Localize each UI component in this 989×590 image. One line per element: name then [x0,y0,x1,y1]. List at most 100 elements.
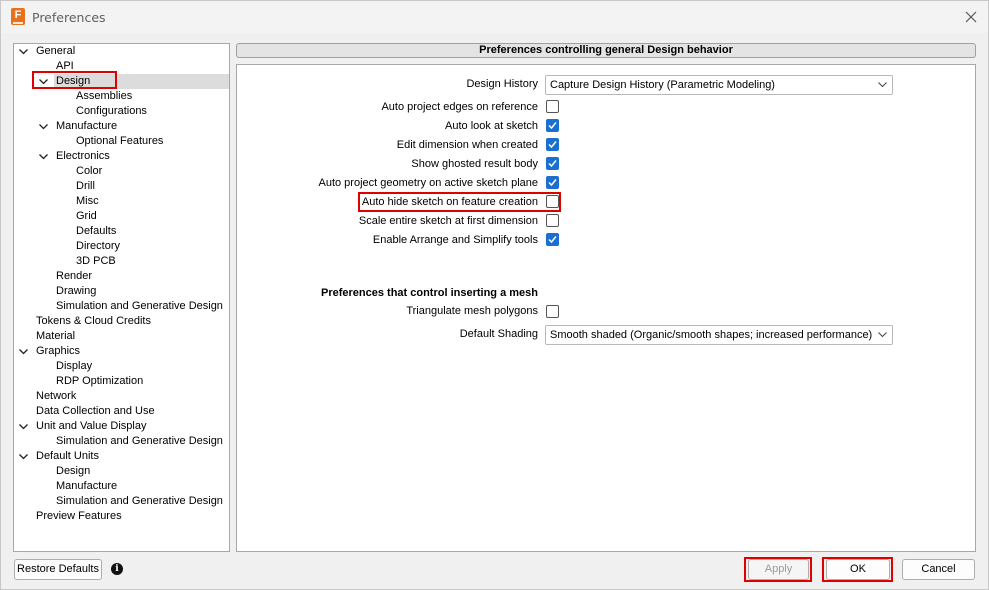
tree-item-label: Drawing [56,285,97,297]
tree-item-label: Render [56,270,93,282]
triangulate-label: Triangulate mesh polygons [406,305,538,317]
tree-item-label: Default Units [36,450,99,462]
title-bar[interactable]: F Preferences [1,1,988,33]
tree-item[interactable]: Assemblies [14,89,229,104]
option-checkbox[interactable] [546,119,559,132]
tree-item-label: Design [56,75,91,87]
tree-item[interactable]: Graphics [14,344,229,359]
checkmark-icon [548,122,557,130]
chevron-down-icon[interactable] [39,77,48,86]
chevron-down-icon[interactable] [19,452,28,461]
preferences-tree[interactable]: General API Design Assemblies Configurations… [13,43,230,552]
tree-item[interactable]: Defaults [14,224,229,239]
tree-item-label: Drill [76,180,95,192]
tree-item[interactable]: API [14,59,229,74]
tree-item[interactable]: Unit and Value Display [14,419,229,434]
default-shading-value: Smooth shaded (Organic/smooth shapes; in… [550,329,873,341]
cancel-button[interactable]: Cancel [902,559,975,580]
tree-item[interactable]: Default Units [14,449,229,464]
fusion-app-icon: F [11,8,25,25]
tree-item[interactable]: Network [14,389,229,404]
info-icon[interactable]: i [111,563,123,575]
checkmark-icon [548,179,557,187]
option-checkbox[interactable] [546,100,559,113]
chevron-down-icon[interactable] [19,47,28,56]
apply-button[interactable]: Apply [748,559,809,580]
chevron-down-icon[interactable] [19,347,28,356]
option-label: Show ghosted result body [411,158,538,170]
restore-defaults-button[interactable]: Restore Defaults [14,559,102,580]
option-label: Auto project geometry on active sketch p… [318,177,538,189]
tree-item[interactable]: General [14,44,229,59]
tree-item-label: RDP Optimization [56,375,144,387]
tree-item-label: API [56,60,74,72]
tree-item[interactable]: Drill [14,179,229,194]
tree-item[interactable]: Optional Features [14,134,229,149]
tree-item[interactable]: Configurations [14,104,229,119]
tree-item-label: Defaults [76,225,117,237]
chevron-down-icon[interactable] [19,422,28,431]
preferences-dialog: F Preferences General API Design Assemblies… [0,0,989,590]
tree-item[interactable]: Material [14,329,229,344]
close-icon [965,11,977,23]
tree-item[interactable]: Simulation and Generative Design [14,494,229,509]
tree-item-label: Unit and Value Display [36,420,147,432]
option-checkbox[interactable] [546,176,559,189]
tree-item[interactable]: RDP Optimization [14,374,229,389]
tree-item-label: 3D PCB [76,255,116,267]
option-checkbox[interactable] [546,157,559,170]
option-checkbox[interactable] [546,138,559,151]
window-title: Preferences [32,10,106,25]
option-label: Edit dimension when created [396,139,538,151]
tree-item[interactable]: Drawing [14,284,229,299]
tree-item[interactable]: Data Collection and Use [14,404,229,419]
design-history-label: Design History [466,78,538,90]
tree-item-label: Assemblies [76,90,133,102]
tree-item[interactable]: Manufacture [14,119,229,134]
chevron-down-icon[interactable] [39,152,48,161]
tree-item-label: General [36,45,76,57]
tree-item[interactable]: Render [14,269,229,284]
tree-item[interactable]: Tokens & Cloud Credits [14,314,229,329]
option-checkbox[interactable] [546,214,559,227]
option-label: Auto hide sketch on feature creation [361,196,538,208]
tree-item[interactable]: Directory [14,239,229,254]
tree-item-label: Network [36,390,77,402]
tree-item[interactable]: Grid [14,209,229,224]
tree-item[interactable]: Color [14,164,229,179]
tree-item[interactable]: Design [14,464,229,479]
tree-item[interactable]: Misc [14,194,229,209]
checkmark-icon [548,160,557,168]
checkmark-icon [548,236,557,244]
tree-item-label: Simulation and Generative Design [56,495,223,507]
chevron-down-icon [878,82,887,88]
tree-item-label: Color [76,165,103,177]
tree-item-label: Material [36,330,76,342]
tree-item-label: Directory [76,240,121,252]
close-button[interactable] [959,5,983,29]
tree-item[interactable]: Electronics [14,149,229,164]
triangulate-checkbox[interactable] [546,305,559,318]
tree-item[interactable]: Display [14,359,229,374]
option-label: Enable Arrange and Simplify tools [372,234,538,246]
panel-header: Preferences controlling general Design b… [236,43,976,58]
tree-item[interactable]: Simulation and Generative Design [14,434,229,449]
design-history-dropdown[interactable]: Capture Design History (Parametric Model… [545,75,893,95]
tree-item[interactable]: Design [14,74,229,89]
tree-item[interactable]: 3D PCB [14,254,229,269]
ok-button[interactable]: OK [826,559,890,580]
tree-item[interactable]: Manufacture [14,479,229,494]
tree-item-label: Graphics [36,345,81,357]
option-checkbox[interactable] [546,233,559,246]
tree-item-label: Data Collection and Use [36,405,155,417]
tree-item-label: Design [56,465,91,477]
checkmark-icon [548,141,557,149]
tree-item-label: Optional Features [76,135,164,147]
default-shading-dropdown[interactable]: Smooth shaded (Organic/smooth shapes; in… [545,325,893,345]
design-history-value: Capture Design History (Parametric Model… [550,79,775,91]
chevron-down-icon[interactable] [39,122,48,131]
tree-item-label: Manufacture [56,480,118,492]
option-checkbox[interactable] [546,195,559,208]
tree-item[interactable]: Simulation and Generative Design [14,299,229,314]
tree-item[interactable]: Preview Features [14,509,229,524]
